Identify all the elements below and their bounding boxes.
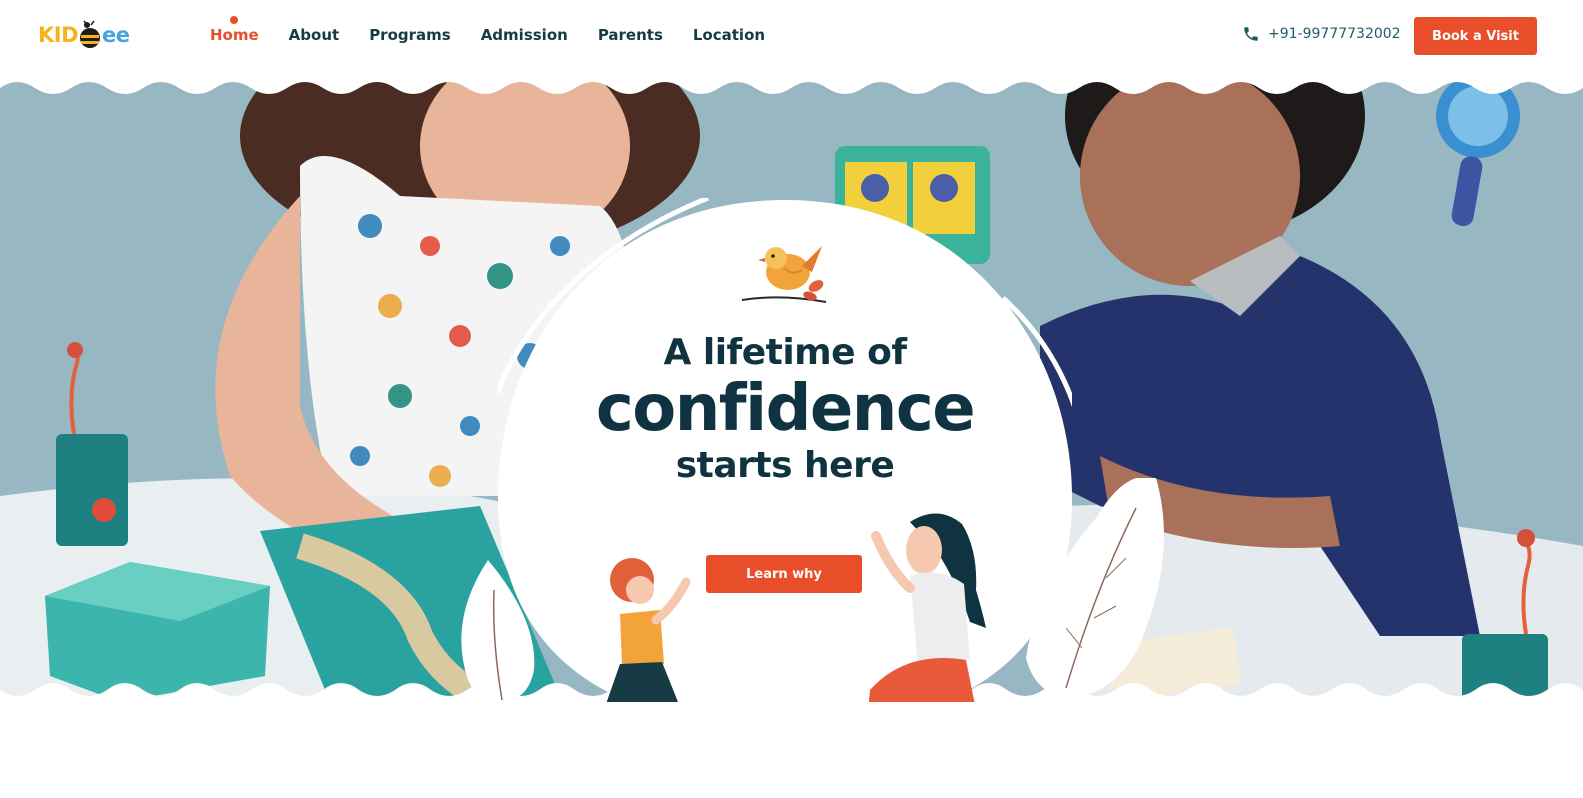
hero-section: A lifetime of confidence starts here Lea… — [0, 76, 1583, 702]
nav-item-about[interactable]: About — [289, 26, 340, 44]
logo-kid-text: KID — [38, 23, 79, 47]
nav-item-label: About — [288, 26, 340, 44]
mother-illustration — [868, 513, 986, 702]
nav-item-label: Home — [210, 26, 259, 44]
nav-item-location[interactable]: Location — [693, 26, 765, 44]
nav-item-parents[interactable]: Parents — [598, 26, 663, 44]
site-header: KID ee Home About Programs Admission Par… — [0, 0, 1583, 76]
hero-headline-line2: confidence — [595, 372, 976, 446]
learn-why-button[interactable]: Learn why — [706, 555, 862, 593]
kidzee-logo[interactable]: KID ee — [38, 18, 130, 52]
hero-headline-line1: A lifetime of — [663, 332, 907, 373]
right-plant-illustration — [1026, 478, 1164, 698]
nav-item-programs[interactable]: Programs — [369, 26, 451, 44]
logo-ee-text: ee — [102, 23, 130, 47]
phone-icon — [1244, 27, 1258, 41]
main-nav: Home About Programs Admission Parents Lo… — [210, 16, 795, 44]
hero-headline-line3: starts here — [675, 445, 895, 486]
nav-item-admission[interactable]: Admission — [481, 26, 568, 44]
nav-item-label: Admission — [480, 26, 568, 44]
nav-item-label: Programs — [369, 26, 451, 44]
book-visit-button[interactable]: Book a Visit — [1414, 17, 1537, 55]
child-illustration — [606, 558, 691, 702]
active-dot — [230, 16, 239, 24]
hero-headline-block: A lifetime of confidence starts here — [560, 236, 1010, 486]
bee-icon — [80, 20, 101, 48]
hero-wave-bottom — [0, 683, 1583, 702]
phone-link[interactable]: +91-99777732002 — [1242, 25, 1401, 43]
nav-item-label: Location — [692, 26, 766, 44]
left-plant-illustration — [461, 560, 535, 702]
hero-wave-top — [0, 76, 1583, 94]
nav-item-label: Parents — [597, 26, 663, 44]
nav-item-home[interactable]: Home — [210, 16, 259, 44]
phone-number: +91-99777732002 — [1268, 26, 1401, 42]
